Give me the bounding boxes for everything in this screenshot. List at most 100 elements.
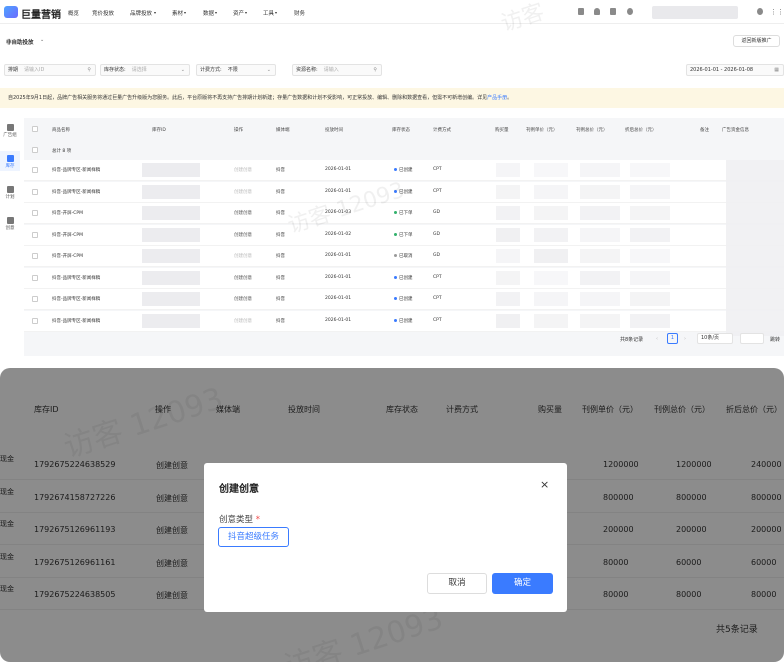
billing-method: CPT	[433, 317, 442, 323]
checkbox[interactable]	[32, 147, 38, 153]
unit-price	[534, 206, 568, 220]
total-price	[580, 206, 620, 220]
filter-label: 资源名称:	[296, 67, 318, 73]
create-creative-link[interactable]: 创建创意	[234, 253, 252, 259]
create-creative-link[interactable]: 创建创意	[234, 189, 252, 195]
select-all-checkbox[interactable]	[32, 126, 38, 132]
status-badge: 已创建	[394, 275, 413, 281]
product-name: 抖音-品牌专区-新闻样稿	[52, 275, 101, 281]
filter-bar: 排期 请输入ID ⚲ 库存状态: 请选择 ⌄ 计费方式: 不限 ⌄ 资源名称: 请输入 ⚲ 2026-…	[0, 58, 784, 82]
product-name: 抖音-品牌专区-新闻样稿	[52, 318, 101, 324]
delivery-time: 2026-01-02	[325, 231, 352, 237]
inventory-id	[142, 313, 200, 328]
console-window: 巨量营销 概览 竞价投放 品牌投放 ▾ 素材 ▾ 数据 ▾ 资产 ▾ 工具 ▾ 财务 ⋮⋮ 非自助投放 …	[0, 0, 784, 356]
sidebar-item[interactable]: 库存	[0, 151, 20, 171]
column-header: 刊例单价（元）	[526, 128, 558, 133]
create-creative-link[interactable]: 创建创意	[234, 296, 252, 302]
billing-method: GD	[433, 231, 440, 237]
row-checkbox[interactable]	[32, 210, 38, 216]
status-dot	[394, 254, 397, 257]
total-price	[580, 184, 620, 199]
next-page-icon[interactable]: ›	[684, 336, 686, 342]
filter-label: 排期	[8, 67, 19, 73]
column-header: 刊例总价（元）	[576, 128, 608, 133]
close-icon[interactable]: ×	[540, 478, 549, 491]
column-header: 备注	[700, 128, 709, 133]
nav-item[interactable]: 品牌投放	[130, 9, 152, 17]
filter-field[interactable]: 库存状态: 请选择 ⌄	[100, 64, 190, 76]
row-checkbox[interactable]	[32, 188, 38, 195]
back-to-new-button[interactable]: 返回新版推广	[733, 35, 780, 47]
create-creative-link[interactable]: 创建创意	[234, 275, 252, 281]
bell-icon[interactable]	[594, 8, 600, 15]
product-name: 抖音-品牌专区-新闻样稿	[52, 168, 101, 173]
product-manual-link[interactable]: 产品手册	[487, 95, 507, 101]
create-creative-link[interactable]: 创建创意	[234, 210, 252, 216]
nav-item[interactable]: 素材	[172, 9, 183, 17]
document-icon[interactable]	[578, 8, 584, 15]
page-size-select[interactable]: 10条/页	[697, 333, 733, 344]
media: 抖音	[276, 168, 285, 173]
filter-field[interactable]: 计费方式: 不限 ⌄	[196, 64, 276, 76]
nav-item[interactable]: 数据	[203, 9, 214, 17]
billing-method: GD	[433, 210, 440, 215]
nav-item[interactable]: 概览	[68, 9, 79, 17]
purchase-amount	[496, 292, 520, 306]
create-creative-link[interactable]: 创建创意	[234, 318, 252, 324]
filter-placeholder: 请输入	[323, 67, 339, 73]
status-badge: 已下单	[394, 210, 413, 216]
purchase-amount	[496, 249, 520, 263]
chevron-down-icon: ▾	[275, 10, 278, 15]
delivery-time: 2026-01-01	[325, 167, 352, 172]
discount-price	[630, 206, 670, 220]
confirm-button[interactable]: 确定	[492, 573, 553, 594]
row-checkbox[interactable]	[32, 231, 38, 238]
chevron-down-icon[interactable]: ⌄	[40, 37, 44, 43]
apps-grid-icon[interactable]: ⋮⋮	[770, 8, 784, 16]
status-dot	[394, 297, 397, 300]
goto-page-input[interactable]	[740, 333, 764, 344]
nav-item[interactable]: 工具	[263, 9, 274, 17]
gear-icon[interactable]	[757, 8, 763, 15]
cancel-button[interactable]: 取消	[427, 573, 487, 594]
create-creative-link[interactable]: 创建创意	[234, 232, 252, 238]
table-row: 抖音-品牌专区-新闻样稿 创建创意 抖音 2026-01-01 已创建 CPT	[24, 289, 784, 310]
purchase-amount	[496, 206, 520, 220]
row-checkbox[interactable]	[32, 167, 38, 173]
filter-field[interactable]: 排期 请输入ID ⚲	[4, 64, 96, 76]
row-checkbox[interactable]	[32, 253, 38, 259]
idea-icon	[6, 217, 14, 224]
page-1-button[interactable]: 1	[667, 333, 678, 344]
product-name: 抖音-品牌专区-新闻样稿	[52, 189, 101, 195]
account-info[interactable]	[652, 6, 738, 19]
create-creative-link[interactable]: 创建创意	[234, 167, 252, 173]
nav-item[interactable]: 财务	[294, 9, 305, 17]
row-checkbox[interactable]	[32, 317, 38, 324]
nav-item[interactable]: 资产	[233, 9, 244, 17]
sidebar-item[interactable]: 广告组	[0, 124, 20, 138]
sidebar-item[interactable]: 计划	[0, 186, 20, 200]
nav-item[interactable]: 竞价投放	[92, 9, 114, 17]
create-creative-dialog: 创建创意 × 创意类型 * 抖音超级任务 取消 确定	[204, 463, 567, 612]
sidebar-item[interactable]: 创意	[0, 217, 20, 231]
book-icon[interactable]	[610, 8, 616, 15]
delivery-time: 2026-01-01	[325, 296, 352, 301]
status-badge: 已取消	[394, 253, 413, 259]
product-name: 抖音-开屏-CPM	[52, 254, 83, 259]
status-dot	[394, 211, 397, 214]
total-price	[580, 249, 620, 263]
column-header: 库存ID	[152, 128, 166, 133]
purchase-amount	[496, 313, 520, 328]
billing-method: CPT	[433, 296, 442, 301]
billing-method: CPT	[433, 167, 442, 172]
row-checkbox[interactable]	[32, 274, 38, 281]
prev-page-icon[interactable]: ‹	[656, 336, 658, 342]
douyin-super-task-option[interactable]: 抖音超级任务	[218, 527, 289, 547]
brand-logo-icon	[4, 6, 18, 18]
help-icon[interactable]	[627, 8, 633, 15]
notice-end: 。	[507, 95, 513, 101]
sidebar-item-label: 库存	[5, 164, 15, 169]
date-range-picker[interactable]: 2026-01-01 - 2026-01-08 ▦	[686, 64, 784, 76]
filter-field[interactable]: 资源名称: 请输入 ⚲	[292, 64, 382, 76]
row-checkbox[interactable]	[32, 296, 38, 302]
